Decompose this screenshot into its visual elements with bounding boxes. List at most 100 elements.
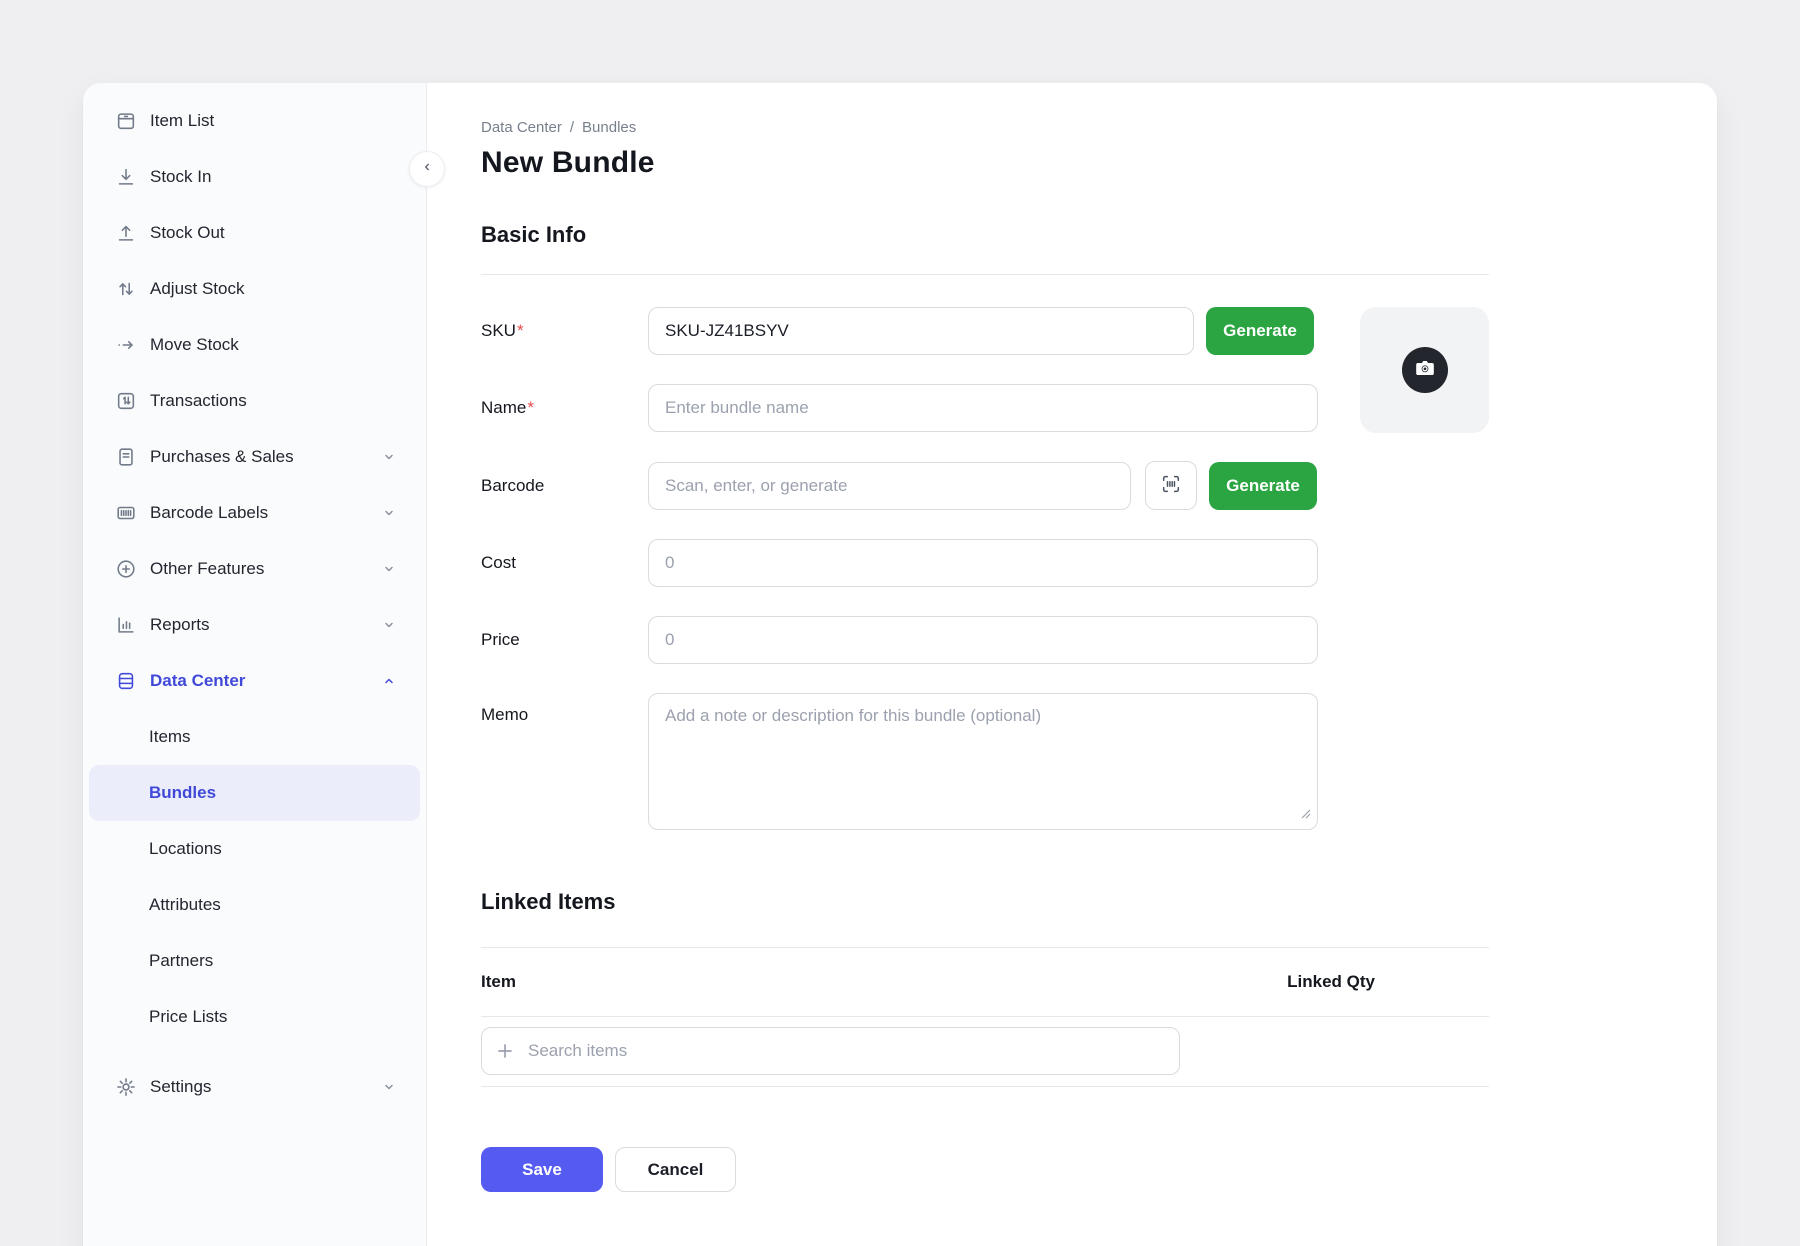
sidebar-item-transactions[interactable]: Transactions	[83, 373, 426, 429]
move-stock-icon	[115, 334, 137, 356]
chevron-down-icon	[380, 1078, 398, 1096]
sidebar-subitem-items[interactable]: Items	[89, 709, 420, 765]
sidebar-subitem-locations[interactable]: Locations	[89, 821, 420, 877]
main-content: Data Center / Bundles New Bundle Basic I…	[427, 83, 1717, 1246]
cost-row: Cost	[481, 539, 1489, 587]
gear-icon	[115, 1076, 137, 1098]
sidebar-item-move-stock[interactable]: Move Stock	[83, 317, 426, 373]
barcode-scan-icon	[1160, 473, 1182, 498]
sidebar-item-settings[interactable]: Settings	[83, 1059, 426, 1115]
required-asterisk: *	[527, 398, 534, 417]
bar-chart-icon	[115, 614, 137, 636]
breadcrumb-current[interactable]: Bundles	[582, 119, 636, 136]
sidebar-collapse-button[interactable]	[409, 151, 445, 187]
sidebar-item-label: Item List	[150, 111, 214, 131]
memo-box	[648, 693, 1318, 835]
barcode-generate-button[interactable]: Generate	[1209, 462, 1317, 510]
adjust-stock-icon	[115, 278, 137, 300]
sidebar-item-label: Barcode Labels	[150, 503, 268, 523]
search-items-row	[481, 1017, 1717, 1086]
price-label: Price	[481, 630, 648, 650]
purchases-sales-icon	[115, 446, 137, 468]
barcode-scan-button[interactable]	[1145, 461, 1197, 510]
memo-textarea[interactable]	[648, 693, 1318, 830]
chevron-down-icon	[380, 448, 398, 466]
sidebar-item-barcode-labels[interactable]: Barcode Labels	[83, 485, 426, 541]
barcode-label: Barcode	[481, 476, 648, 496]
bundle-image-placeholder[interactable]	[1360, 307, 1489, 433]
sidebar-item-label: Transactions	[150, 391, 247, 411]
chevron-left-icon	[419, 159, 435, 180]
camera-icon	[1413, 356, 1437, 385]
price-row: Price	[481, 616, 1489, 664]
sku-label: SKU*	[481, 321, 648, 341]
form-actions: Save Cancel	[481, 1147, 1717, 1192]
sidebar-subitem-price-lists[interactable]: Price Lists	[89, 989, 420, 1045]
spacer	[83, 1045, 426, 1059]
basic-info-form: SKU* Generate Name* Barcode	[481, 307, 1489, 835]
sidebar-item-data-center[interactable]: Data Center	[83, 653, 426, 709]
sidebar-item-label: Data Center	[150, 671, 245, 691]
basic-info-heading: Basic Info	[481, 222, 1717, 248]
sidebar-item-other-features[interactable]: Other Features	[83, 541, 426, 597]
price-input[interactable]	[648, 616, 1318, 664]
required-asterisk: *	[517, 321, 524, 340]
divider	[481, 274, 1489, 275]
name-row: Name*	[481, 384, 1489, 432]
sidebar-item-label: Reports	[150, 615, 210, 635]
memo-label: Memo	[481, 693, 648, 725]
box-icon	[115, 110, 137, 132]
cost-input[interactable]	[648, 539, 1318, 587]
save-button[interactable]: Save	[481, 1147, 603, 1192]
sidebar-item-label: Stock In	[150, 167, 211, 187]
database-icon	[115, 670, 137, 692]
sidebar-item-label: Adjust Stock	[150, 279, 245, 299]
sku-row: SKU* Generate	[481, 307, 1489, 355]
barcode-icon	[115, 502, 137, 524]
breadcrumb-separator: /	[570, 119, 574, 136]
cost-label: Cost	[481, 553, 648, 573]
sidebar-subitem-bundles[interactable]: Bundles	[89, 765, 420, 821]
chevron-up-icon	[380, 672, 398, 690]
name-label: Name*	[481, 398, 648, 418]
search-items-wrap	[481, 1027, 1180, 1075]
linked-qty-column-header: Linked Qty	[1287, 972, 1375, 992]
chevron-down-icon	[380, 616, 398, 634]
search-items-input[interactable]	[481, 1027, 1180, 1075]
sidebar-subitem-partners[interactable]: Partners	[89, 933, 420, 989]
linked-items-heading: Linked Items	[481, 889, 1717, 915]
plus-circle-icon	[115, 558, 137, 580]
sidebar-item-purchases-sales[interactable]: Purchases & Sales	[83, 429, 426, 485]
stock-out-icon	[115, 222, 137, 244]
sidebar-item-label: Purchases & Sales	[150, 447, 294, 467]
cancel-button[interactable]: Cancel	[615, 1147, 736, 1192]
sidebar-item-label: Other Features	[150, 559, 264, 579]
upload-photo-button[interactable]	[1402, 347, 1448, 393]
sidebar-item-item-list[interactable]: Item List	[83, 93, 426, 149]
chevron-down-icon	[380, 560, 398, 578]
sku-input[interactable]	[648, 307, 1194, 355]
sidebar-item-reports[interactable]: Reports	[83, 597, 426, 653]
chevron-down-icon	[380, 504, 398, 522]
divider	[481, 1086, 1489, 1087]
sku-generate-button[interactable]: Generate	[1206, 307, 1314, 355]
barcode-input[interactable]	[648, 462, 1131, 510]
transactions-icon	[115, 390, 137, 412]
memo-row: Memo	[481, 693, 1489, 835]
linked-items-header-row: Item Linked Qty	[481, 948, 1489, 1016]
sidebar-item-label: Stock Out	[150, 223, 225, 243]
sidebar-item-stock-out[interactable]: Stock Out	[83, 205, 426, 261]
app-card: Item List Stock In Stock Out Adjust Stoc…	[83, 83, 1717, 1246]
item-column-header: Item	[481, 972, 516, 992]
stock-in-icon	[115, 166, 137, 188]
breadcrumb-parent[interactable]: Data Center	[481, 119, 562, 136]
name-input[interactable]	[648, 384, 1318, 432]
page-title: New Bundle	[481, 146, 1717, 180]
sidebar-item-label: Move Stock	[150, 335, 239, 355]
barcode-row: Barcode Generate	[481, 461, 1489, 510]
sidebar: Item List Stock In Stock Out Adjust Stoc…	[83, 83, 427, 1246]
sidebar-subitem-attributes[interactable]: Attributes	[89, 877, 420, 933]
sidebar-item-stock-in[interactable]: Stock In	[83, 149, 426, 205]
sidebar-item-adjust-stock[interactable]: Adjust Stock	[83, 261, 426, 317]
sidebar-item-label: Settings	[150, 1077, 211, 1097]
